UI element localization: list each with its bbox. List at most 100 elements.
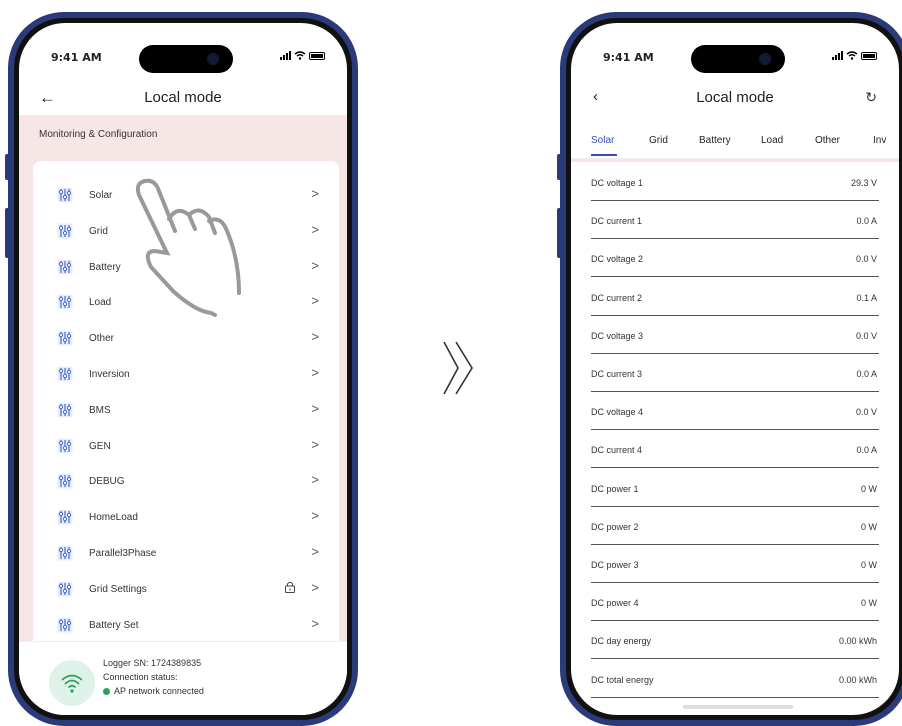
- menu-item-debug[interactable]: DEBUG >: [33, 463, 339, 499]
- tab-grid[interactable]: Grid: [649, 135, 668, 146]
- wifi-badge: [49, 660, 95, 706]
- wifi-icon: [61, 674, 83, 693]
- menu-item-label: Inversion: [89, 369, 130, 380]
- sliders-icon: [57, 581, 73, 597]
- data-row-dc-total-energy: DC total energy 0.00 kWh: [591, 660, 879, 698]
- chevron-right-icon: [443, 341, 473, 395]
- sliders-icon: [57, 545, 73, 561]
- tab-battery[interactable]: Battery: [699, 135, 731, 146]
- data-row-label: DC total energy: [591, 674, 654, 685]
- chevron-right-icon: >: [311, 544, 319, 559]
- data-row-value: 0.00 kWh: [838, 636, 877, 647]
- status-bar: 9:41 AM: [571, 41, 899, 73]
- dynamic-island: [139, 45, 233, 73]
- data-row-label: DC voltage 2: [591, 254, 644, 265]
- data-row-label: DC voltage 4: [591, 407, 644, 418]
- data-row-label: DC current 3: [591, 369, 643, 379]
- sliders-icon: [57, 509, 73, 525]
- sliders-icon: [57, 402, 73, 418]
- menu-item-bms[interactable]: BMS >: [33, 392, 339, 428]
- phone-right: 9:41 AM ‹ Local mode ↻ Solar Grid Batter…: [557, 12, 902, 726]
- wifi-status-icon: [846, 51, 858, 60]
- sliders-icon: [57, 259, 73, 275]
- dynamic-island: [691, 45, 785, 73]
- chevron-right-icon: >: [311, 365, 319, 380]
- menu-item-gen[interactable]: GEN >: [33, 428, 339, 464]
- menu-item-grid-settings[interactable]: Grid Settings >: [33, 571, 339, 607]
- data-row-value: 29.3 V: [850, 178, 877, 188]
- data-row-dc-power-2: DC power 2 0 W: [591, 507, 879, 545]
- data-row-value: 0.0 A: [856, 369, 877, 379]
- camera-icon: [759, 53, 771, 65]
- connection-status-text: AP network connected: [114, 686, 204, 696]
- status-time: 9:41 AM: [51, 51, 102, 64]
- data-row-label: DC current 1: [591, 216, 643, 227]
- local-mode-menu-screen: 9:41 AM ← Local mode Monitoring & Config…: [19, 23, 347, 715]
- connection-status-label: Connection status:: [103, 672, 178, 682]
- menu-item-other[interactable]: Other >: [33, 320, 339, 356]
- data-row-value: 0 W: [860, 521, 877, 532]
- menu-item-label: BMS: [89, 404, 111, 416]
- signal-icon: [280, 51, 291, 60]
- chevron-right-icon: >: [311, 436, 319, 452]
- phone-volume-button: [557, 208, 562, 258]
- data-row-value: 0.0 V: [855, 330, 877, 341]
- menu-item-parallel3phase[interactable]: Parallel3Phase >: [33, 535, 339, 571]
- header: ← Local mode: [19, 81, 347, 117]
- status-time: 9:41 AM: [603, 51, 654, 64]
- data-row-value: 0.0 A: [856, 216, 877, 227]
- tab-solar[interactable]: Solar: [591, 135, 614, 146]
- sliders-icon: [57, 294, 73, 310]
- tab-bar: Solar Grid Battery Load Other Inv: [571, 123, 899, 159]
- refresh-icon[interactable]: ↻: [865, 89, 877, 106]
- data-row-value: 0 W: [860, 598, 877, 609]
- data-row-dc-voltage-4: DC voltage 4 0.0 V: [591, 392, 879, 431]
- data-row-dc-current-1: DC current 1 0.0 A: [591, 201, 879, 240]
- wifi-status-icon: [294, 51, 306, 60]
- sliders-icon: [57, 473, 73, 489]
- data-row-label: DC voltage 1: [591, 178, 644, 188]
- data-row-label: DC power 4: [591, 598, 639, 609]
- data-row-value: 0.1 A: [856, 292, 877, 303]
- battery-icon: [309, 51, 325, 60]
- data-row-dc-voltage-2: DC voltage 2 0.0 V: [591, 239, 879, 278]
- lock-icon: [285, 581, 295, 593]
- data-row-label: DC day energy: [591, 636, 652, 647]
- status-dot: [103, 688, 110, 695]
- data-row-label: DC power 3: [591, 560, 639, 570]
- menu-item-battery-set[interactable]: Battery Set >: [33, 607, 339, 643]
- menu-item-homeload[interactable]: HomeLoad >: [33, 499, 339, 535]
- chevron-right-icon: >: [311, 221, 319, 237]
- data-row-dc-power-1: DC power 1 0 W: [591, 469, 879, 507]
- chevron-right-icon: >: [311, 186, 319, 201]
- menu-item-label: HomeLoad: [89, 512, 138, 524]
- tab-other[interactable]: Other: [815, 135, 840, 146]
- phone-right-bezel: 9:41 AM ‹ Local mode ↻ Solar Grid Batter…: [566, 18, 902, 720]
- data-row-dc-power-4: DC power 4 0 W: [591, 583, 879, 622]
- chevron-right-icon: >: [311, 508, 319, 524]
- tab-load[interactable]: Load: [761, 135, 783, 146]
- data-row-dc-current-3: DC current 3 0.0 A: [591, 354, 879, 392]
- active-tab-indicator: [591, 154, 617, 156]
- menu-item-label: Battery Set: [89, 619, 139, 631]
- tap-hand-icon: [135, 178, 241, 317]
- chevron-right-icon: >: [311, 257, 319, 273]
- tab-divider: [571, 159, 899, 162]
- tab-inversion[interactable]: Inv: [873, 135, 886, 146]
- data-row-value: 0 W: [860, 483, 877, 494]
- menu-item-inversion[interactable]: Inversion >: [33, 356, 339, 392]
- logger-sn: Logger SN: 1724389835: [103, 658, 202, 668]
- chevron-right-icon: >: [311, 615, 319, 631]
- data-row-value: 0.0 V: [855, 254, 877, 265]
- menu-item-label: Grid: [89, 225, 108, 237]
- header: ‹ Local mode ↻: [571, 81, 899, 117]
- chevron-right-icon: >: [311, 293, 319, 309]
- sliders-icon: [57, 330, 73, 346]
- data-row-dc-current-4: DC current 4 0.0 A: [591, 430, 879, 469]
- status-bar: 9:41 AM: [19, 41, 347, 73]
- home-indicator: [683, 705, 793, 709]
- chevron-right-icon: >: [311, 400, 319, 416]
- data-row-value: 0 W: [860, 560, 877, 570]
- sliders-icon: [57, 187, 73, 203]
- data-row-label: DC power 2: [591, 521, 639, 532]
